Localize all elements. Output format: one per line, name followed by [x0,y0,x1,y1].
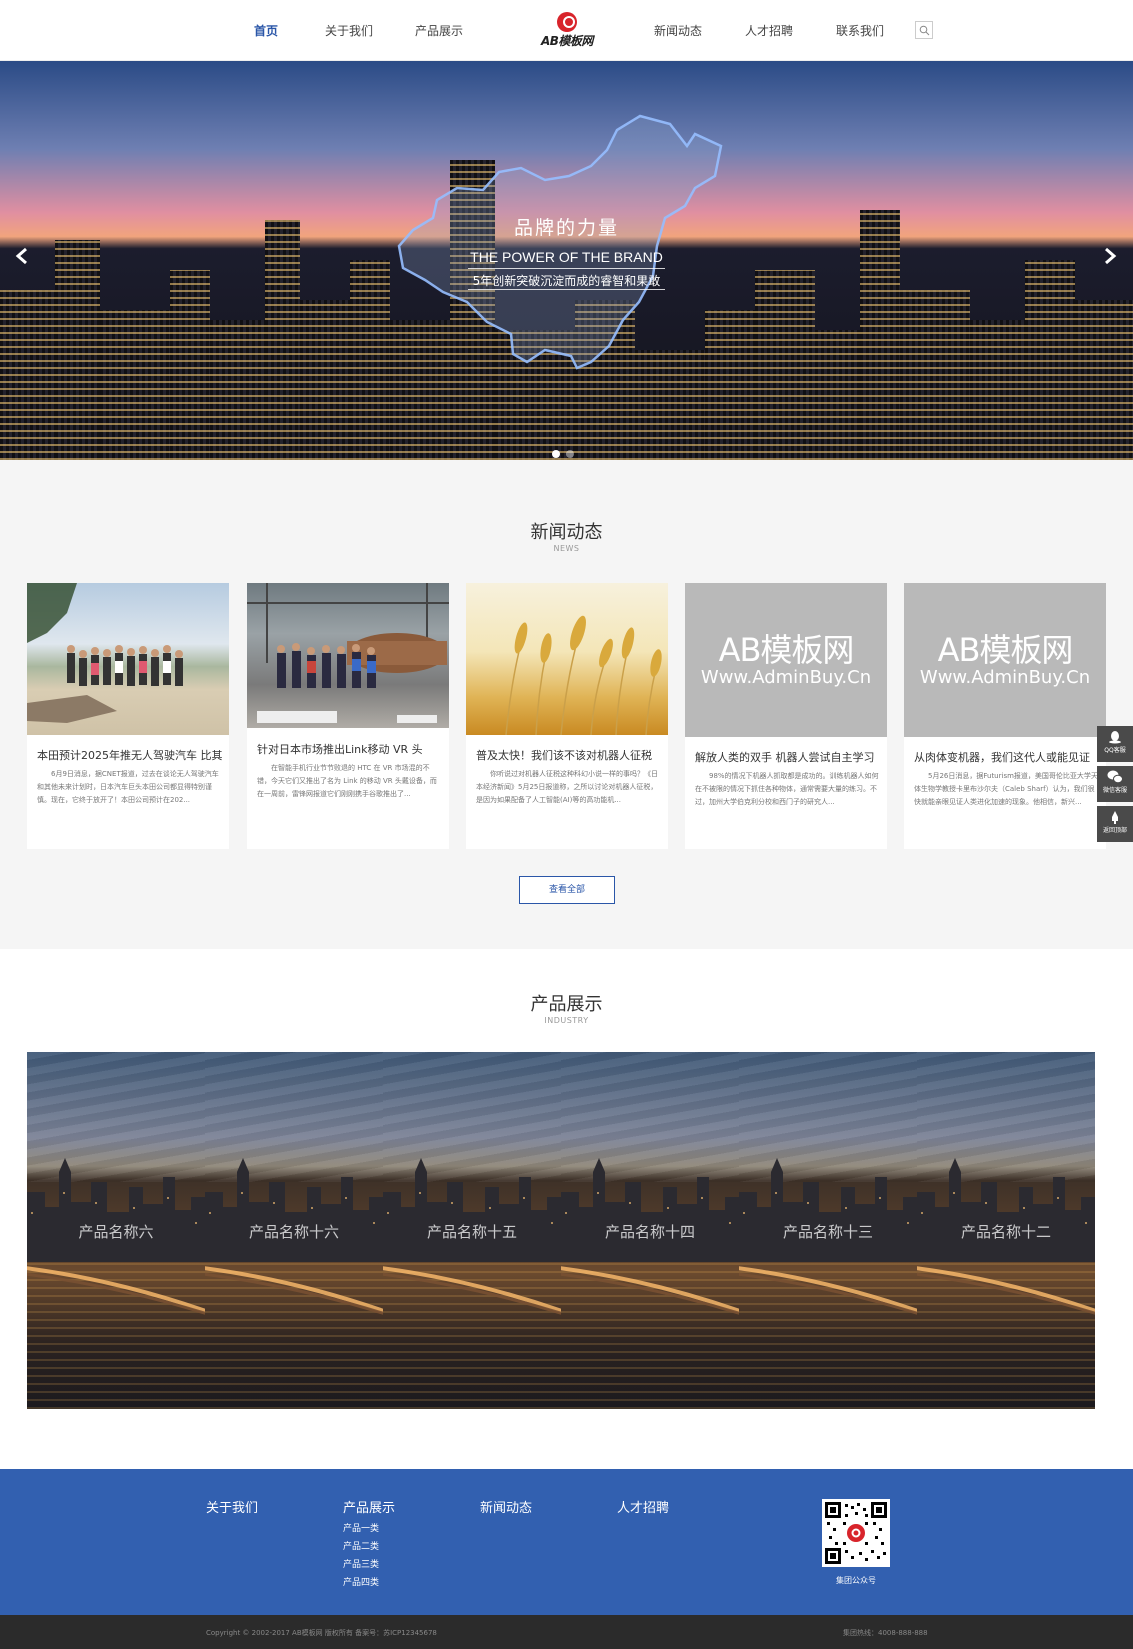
news-summary: 5月26日消息，据Futurism报道，美国哥伦比亚大学天体生物学教授卡里布沙尔… [914,772,1098,806]
news-image [27,583,229,735]
news-section-subtitle: NEWS [553,544,580,553]
footer-product-category-link[interactable]: 产品四类 [343,1575,379,1588]
wechat-service-button[interactable]: 微信客服 [1097,766,1133,802]
banner-subtitle: THE POWER OF THE BRAND [470,249,663,265]
news-summary: 在智能手机行业节节败退的 HTC 在 VR 市场混的不错，今天它们又推出了名为 … [257,764,437,798]
watermark-url: Www.AdminBuy.Cn [919,667,1091,688]
news-card[interactable]: AB模板网 Www.AdminBuy.Cn 解放人类的双手 机器人尝试自主学习 … [685,583,887,849]
search-button[interactable] [915,21,933,39]
product-card[interactable]: 产品名称十四 [561,1052,739,1409]
logo-mark-icon [557,12,577,32]
rocket-icon [1112,811,1118,824]
news-title[interactable]: 解放人类的双手 机器人尝试自主学习 [695,749,883,765]
product-name: 产品名称六 [78,1223,154,1241]
hero-banner: 品牌的力量 THE POWER OF THE BRAND 5年创新突破沉淀而成的… [0,61,1133,460]
product-name: 产品名称十五 [426,1223,517,1241]
slide-indicators [552,443,580,460]
back-to-top-button[interactable]: 返回顶部 [1097,806,1133,842]
back-to-top-label: 返回顶部 [1102,827,1127,834]
site-logo[interactable]: AB模板网 [537,12,597,48]
news-card[interactable]: 本田预计2025年推无人驾驶汽车 比其 6月9日消息，据CNET报道，过去在谈论… [27,583,229,849]
news-image: AB模板网 Www.AdminBuy.Cn [685,583,887,737]
product-name: 产品名称十六 [248,1223,339,1241]
watermark-url: Www.AdminBuy.Cn [700,667,872,688]
product-name: 产品名称十三 [782,1223,873,1241]
nav-about[interactable]: 关于我们 [325,22,373,39]
slide-dot[interactable] [566,450,574,458]
nav-news[interactable]: 新闻动态 [654,22,702,39]
product-card[interactable]: 产品名称十六 [205,1052,383,1409]
footer-product-category-link[interactable]: 产品三类 [343,1557,379,1570]
search-icon [919,25,930,36]
product-card[interactable]: 产品名称十五 [383,1052,561,1409]
footer-about-link[interactable]: 关于我们 [206,1497,258,1516]
news-summary: 98%的情况下机器人抓取都是成功的。训练机器人如何在不被限的情况下抓住各种物体，… [695,772,879,806]
site-header: 首页 关于我们 产品展示 AB模板网 新闻动态 人才招聘 联系我们 [0,0,1133,61]
nav-home[interactable]: 首页 [254,22,278,39]
banner-title: 品牌的力量 [513,217,619,239]
nav-jobs[interactable]: 人才招聘 [745,22,793,39]
news-title[interactable]: 普及太快！我们该不该对机器人征税 [476,747,664,763]
news-summary: 你听说过对机器人征税这种科幻小说一样的事吗？《日本经济新闻》5月25日报道称，之… [476,770,658,804]
footer-product-category-link[interactable]: 产品二类 [343,1539,379,1552]
footer-news-link[interactable]: 新闻动态 [480,1497,532,1516]
watermark-text: AB模板网 [937,631,1074,669]
news-card[interactable]: 普及太快！我们该不该对机器人征税 你听说过对机器人征税这种科幻小说一样的事吗？《… [466,583,668,849]
banner-tagline: 5年创新突破沉淀而成的睿智和果敢 [472,274,661,288]
slide-dot[interactable] [552,450,560,458]
copyright-bar: Copyright © 2002-2017 AB模板网 版权所有 备案号：苏IC… [0,1615,1133,1649]
nav-products[interactable]: 产品展示 [415,22,463,39]
news-section-title: 新闻动态 [530,522,603,543]
qr-code-icon [825,1502,887,1564]
product-gallery: 产品名称六 产品名称十六 产品名称十五 产品名称十四 产品名称十三 产品名称十二 [27,1052,1096,1409]
banner-divider [468,289,665,290]
product-card[interactable]: 产品名称十三 [739,1052,917,1409]
product-name: 产品名称十二 [960,1223,1051,1241]
product-card[interactable]: 产品名称六 [27,1052,205,1409]
logo-text: AB模板网 [541,34,593,48]
news-image [247,583,449,728]
prev-arrow-icon[interactable] [12,246,32,266]
watermark-text: AB模板网 [718,631,855,669]
wechat-service-label: 微信客服 [1102,787,1127,794]
footer-product-category-link[interactable]: 产品一类 [343,1521,379,1534]
products-section-title: 产品展示 [530,994,603,1015]
next-arrow-icon[interactable] [1100,246,1120,266]
products-section-subtitle: INDUSTRY [544,1016,589,1025]
nav-contact[interactable]: 联系我们 [836,22,884,39]
qq-service-button[interactable]: QQ客服 [1097,726,1133,762]
news-title[interactable]: 从肉体变机器，我们这代人或能见证 [914,749,1102,765]
site-footer: 关于我们 产品展示 产品一类 产品二类 产品三类 产品四类 新闻动态 人才招聘 … [0,1469,1133,1615]
hotline-text: 集团热线：4008-888-888 [843,1629,928,1637]
news-card[interactable]: 针对日本市场推出Link移动 VR 头 在智能手机行业节节败退的 HTC 在 V… [247,583,449,849]
footer-products-link[interactable]: 产品展示 [343,1497,395,1516]
products-section: 产品展示 INDUSTRY 产品名称六 产品名称十六 产品名称十五 产品名称十四 产品名… [0,949,1133,1469]
copyright-text: Copyright © 2002-2017 AB模板网 版权所有 备案号：苏IC… [206,1629,437,1637]
news-title[interactable]: 本田预计2025年推无人驾驶汽车 比其 [37,747,225,763]
qr-caption: 集团公众号 [836,1576,876,1585]
footer-jobs-link[interactable]: 人才招聘 [617,1497,669,1516]
banner-divider [468,268,665,269]
news-summary: 6月9日消息，据CNET报道，过去在谈论无人驾驶汽车和其他未来计划时，日本汽车巨… [37,770,219,804]
qq-service-label: QQ客服 [1104,747,1126,754]
qq-penguin-icon [1109,731,1121,744]
view-all-button[interactable]: 查看全部 [519,876,615,904]
qr-code [822,1499,890,1567]
news-image [466,583,668,735]
news-card[interactable]: AB模板网 Www.AdminBuy.Cn 从肉体变机器，我们这代人或能见证 5… [904,583,1106,849]
news-section: 新闻动态 NEWS 本田预计2025年推无人驾驶汽车 比其 6月9日消息，据CN… [0,460,1133,949]
news-title[interactable]: 针对日本市场推出Link移动 VR 头 [257,741,445,757]
wechat-icon [1107,770,1123,784]
news-image: AB模板网 Www.AdminBuy.Cn [904,583,1106,737]
product-card[interactable]: 产品名称十二 [917,1052,1095,1409]
product-name: 产品名称十四 [604,1223,695,1241]
